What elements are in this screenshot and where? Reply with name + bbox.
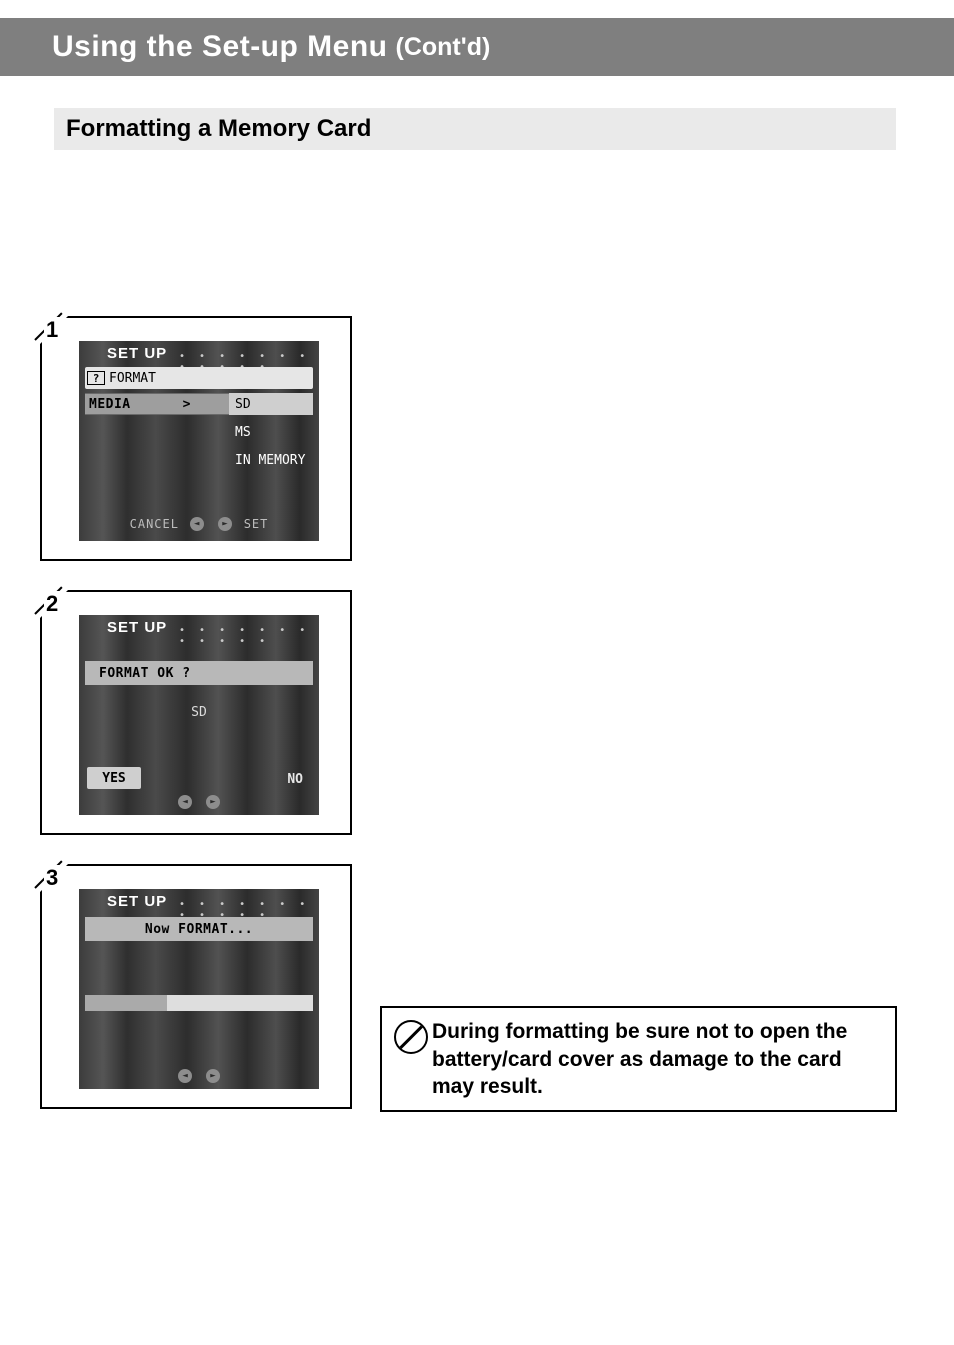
lcd2-dots: • • • • • • • • • • • • bbox=[179, 625, 319, 647]
step-number-1: 1 bbox=[44, 317, 60, 343]
figure-step-2: 2 SET UP • • • • • • • • • • • • FORMAT … bbox=[40, 590, 352, 835]
left-arrow-icon: ◄ bbox=[178, 1069, 192, 1083]
progress-bar-fill bbox=[85, 995, 167, 1011]
progress-bar bbox=[85, 995, 313, 1011]
step1-heading: Press the ▶ button, and use the ▲ or ▼ b… bbox=[380, 318, 898, 392]
prohibit-icon bbox=[394, 1020, 428, 1054]
step3-body: Once formatting is complete, the display… bbox=[380, 866, 898, 920]
left-arrow-icon: ◄ bbox=[190, 517, 204, 531]
lcd2-arrows: ◄ ► bbox=[79, 794, 319, 809]
step-number-2: 2 bbox=[44, 591, 60, 617]
left-arrow-icon: ◄ bbox=[178, 795, 192, 809]
page-header: Using the Set-up Menu (Cont'd) bbox=[0, 18, 954, 76]
header-title-cont: (Cont'd) bbox=[396, 33, 491, 62]
step-number-3: 3 bbox=[44, 865, 60, 891]
lcd1-format-label: FORMAT bbox=[109, 371, 156, 386]
step2-body: If you do not wish to format, select "NO… bbox=[380, 672, 898, 726]
step1-body: Pressing the ◀ button will cancel the se… bbox=[380, 398, 898, 452]
section-heading: Formatting a Memory Card bbox=[54, 108, 896, 150]
step2-heading: A confirmation screen will appear. To pr… bbox=[380, 592, 898, 666]
step1-textblock: Press the ▶ button, and use the ▲ or ▼ b… bbox=[380, 318, 898, 452]
right-arrow-icon: ► bbox=[206, 1069, 220, 1083]
intro-text: A card which has just been purchased or … bbox=[54, 176, 896, 261]
lcd1-option-inmemory: IN MEMORY bbox=[229, 449, 319, 471]
lcd2-yes-option: YES bbox=[87, 767, 141, 789]
figure-step-1: 1 SET UP • • • • • • • • • • • • ? FORMA… bbox=[40, 316, 352, 561]
lcd-screen-3: SET UP • • • • • • • • • • • • Now FORMA… bbox=[79, 889, 319, 1089]
warning-box: During formatting be sure not to open th… bbox=[380, 1006, 897, 1112]
figure-step-3: 3 SET UP • • • • • • • • • • • • Now FOR… bbox=[40, 864, 352, 1109]
right-arrow-icon: ► bbox=[218, 517, 232, 531]
lcd1-cancel: CANCEL bbox=[130, 517, 179, 531]
question-icon: ? bbox=[87, 371, 105, 385]
lcd-screen-2: SET UP • • • • • • • • • • • • FORMAT OK… bbox=[79, 615, 319, 815]
right-arrow-icon: ► bbox=[206, 795, 220, 809]
lcd1-set: SET bbox=[244, 517, 269, 531]
lcd3-arrows: ◄ ► bbox=[79, 1068, 319, 1083]
header-title-main: Using the Set-up Menu bbox=[52, 30, 388, 64]
lcd1-format-row: ? FORMAT bbox=[85, 367, 313, 389]
step3-textblock: Once formatting is complete, the display… bbox=[380, 866, 898, 920]
lcd1-option-ms: MS bbox=[229, 421, 313, 443]
lcd1-option-sd: SD bbox=[229, 393, 313, 415]
caret-right-icon: > bbox=[183, 397, 191, 412]
lcd2-sd-label: SD bbox=[79, 705, 319, 720]
lcd3-message: Now FORMAT... bbox=[85, 917, 313, 941]
lcd1-media-label: MEDIA bbox=[89, 397, 131, 412]
lcd1-footer: CANCEL ◄ ► SET bbox=[79, 517, 319, 532]
warning-text: During formatting be sure not to open th… bbox=[432, 1018, 883, 1100]
page-number: 100 bbox=[0, 1296, 954, 1319]
lcd-screen-1: SET UP • • • • • • • • • • • • ? FORMAT … bbox=[79, 341, 319, 541]
lcd2-prompt: FORMAT OK ? bbox=[85, 661, 313, 685]
step2-textblock: A confirmation screen will appear. To pr… bbox=[380, 592, 898, 726]
lcd2-no-option: NO bbox=[287, 772, 303, 787]
